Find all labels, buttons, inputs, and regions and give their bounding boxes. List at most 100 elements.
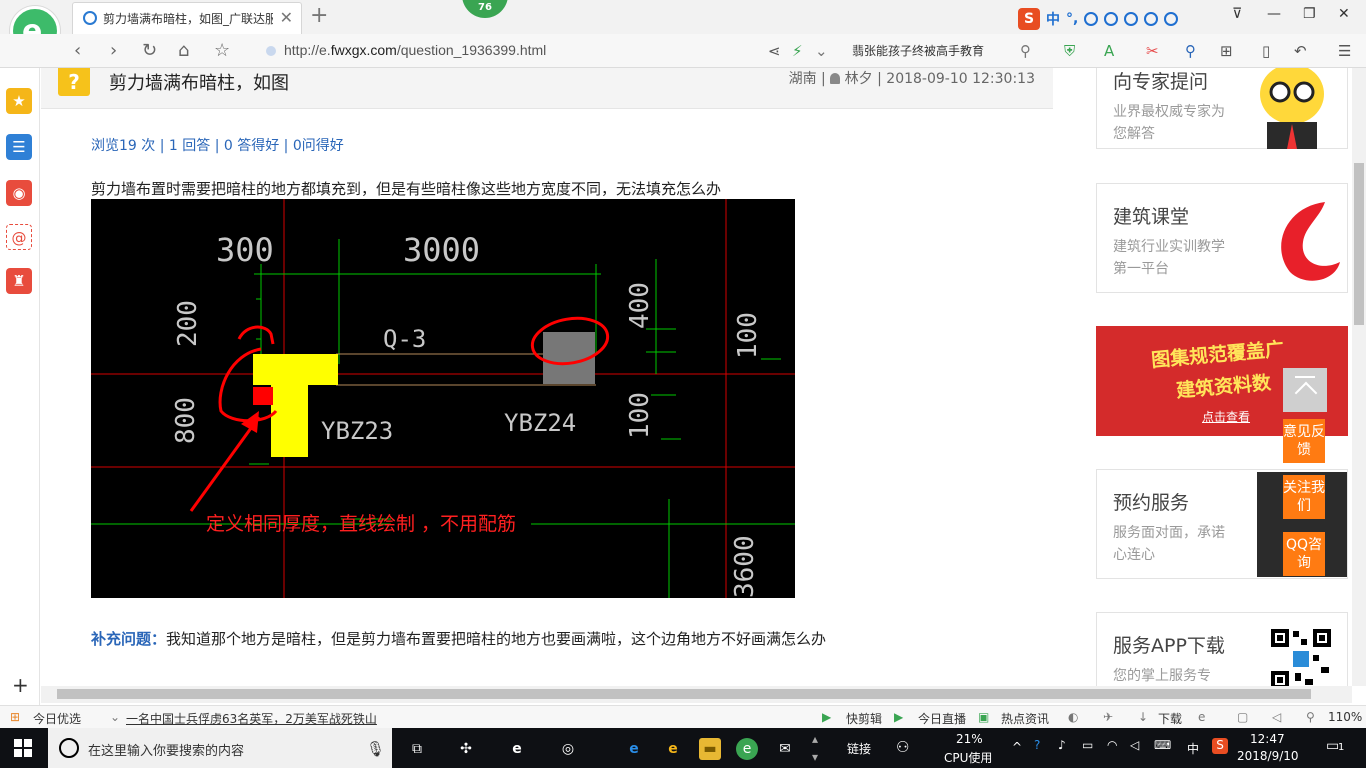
fan-app-icon[interactable]: ✣ — [455, 738, 477, 760]
sogou-logo-icon[interactable]: S — [1018, 8, 1040, 30]
spiral-app-icon[interactable]: ◎ — [557, 738, 579, 760]
people-icon[interactable]: ⚇ — [896, 738, 909, 756]
active-tab[interactable]: 剪力墙满布暗柱，如图_广联达服务新干线 ✕ — [72, 2, 302, 34]
cad-drawing-image[interactable]: 300 3000 200 400 100 800 100 3600 Q-3 YB… — [91, 199, 795, 598]
forward-icon[interactable]: › — [110, 40, 117, 61]
edge-blue-icon[interactable]: e — [623, 738, 645, 760]
reader-icon[interactable]: ▯ — [1262, 42, 1270, 60]
share-icon[interactable]: ⋖ — [768, 42, 781, 60]
pin-tool-icon[interactable]: ✈ — [1103, 710, 1113, 724]
follow-us-button[interactable]: 关注我们 — [1283, 475, 1325, 519]
edge-icon[interactable]: e — [506, 738, 528, 760]
new-tab-button[interactable]: + — [310, 3, 328, 28]
status-item[interactable]: 快剪辑 — [846, 710, 882, 727]
status-item[interactable]: 今日直播 — [918, 710, 966, 727]
ime-indicator[interactable]: 中 — [1187, 740, 1199, 757]
home-icon[interactable]: ⌂ — [178, 40, 189, 61]
clock-date[interactable]: 2018/9/10 — [1237, 749, 1299, 763]
vertical-scrollbar[interactable] — [1352, 68, 1366, 686]
speaker-icon[interactable]: ◁ — [1130, 738, 1139, 752]
keyboard-icon[interactable]: ⌨ — [1154, 738, 1171, 752]
battery-icon[interactable]: ▭ — [1082, 738, 1093, 752]
game-icon[interactable]: ♜ — [6, 268, 32, 294]
add-sidebar-button[interactable]: + — [12, 673, 29, 697]
scroll-down-icon[interactable]: ▾ — [812, 750, 818, 764]
tray-expand-icon[interactable]: ^ — [1012, 740, 1022, 754]
back-icon[interactable]: ‹ — [74, 40, 81, 61]
task-view-icon[interactable]: ⧉ — [406, 738, 428, 760]
bell-icon[interactable]: ♪ — [1058, 738, 1066, 752]
maximize-button[interactable]: ❐ — [1303, 6, 1316, 22]
horizontal-scrollbar[interactable] — [41, 686, 1352, 703]
skin-icon[interactable] — [1144, 12, 1159, 26]
card-app-download[interactable]: 服务APP下载 您的掌上服务专 — [1096, 612, 1348, 686]
sogou-tray-icon[interactable]: S — [1212, 738, 1228, 754]
clock-time[interactable]: 12:47 — [1250, 732, 1285, 746]
dropdown-chevron-icon[interactable]: ⌄ — [815, 42, 828, 60]
ime-lang-label[interactable]: 中 — [1046, 9, 1060, 29]
scroll-up-icon[interactable]: ▴ — [812, 732, 818, 746]
pin-icon[interactable]: ⊽ — [1232, 6, 1242, 22]
keyboard-icon[interactable] — [1124, 12, 1139, 26]
mail-icon[interactable]: ✉ — [774, 738, 796, 760]
ie-icon[interactable]: e — [662, 738, 684, 760]
emoji-icon[interactable] — [1084, 12, 1099, 26]
volume-icon[interactable]: ◁ — [1272, 710, 1281, 724]
news-ticker[interactable]: 一名中国士兵俘虏63名英军，2万美军战死铁山 — [126, 710, 377, 727]
menu-icon[interactable]: ☰ — [1338, 42, 1351, 60]
favorite-star-icon[interactable]: ☆ — [214, 40, 230, 61]
taskbar-search[interactable]: 在这里输入你要搜索的内容 🎙 — [48, 728, 392, 768]
weibo-icon[interactable]: ◉ — [6, 180, 32, 206]
reading-list-icon[interactable]: ☰ — [6, 134, 32, 160]
zoom-icon[interactable]: ⚲ — [1306, 710, 1315, 724]
microphone-icon[interactable]: 🎙 — [366, 740, 385, 758]
tools-icon[interactable] — [1164, 12, 1179, 26]
banner-link[interactable]: 点击查看 — [1202, 408, 1250, 425]
horizontal-scroll-thumb[interactable] — [57, 689, 1311, 699]
help-icon[interactable]: ? — [1034, 738, 1040, 752]
speed-test-icon[interactable]: ◐ — [1068, 710, 1078, 724]
translate-icon[interactable]: A — [1104, 42, 1114, 60]
column-label: YBZ23 — [321, 417, 393, 445]
favorites-star-icon[interactable]: ★ — [6, 88, 32, 114]
search-icon[interactable]: ⚲ — [1020, 42, 1031, 60]
close-window-button[interactable]: ✕ — [1338, 6, 1350, 22]
cortana-icon[interactable] — [59, 738, 79, 758]
back-to-top-button[interactable] — [1283, 368, 1327, 412]
links-label[interactable]: 链接 — [847, 740, 871, 757]
wifi-icon[interactable]: ◠ — [1107, 738, 1117, 752]
windows-start-icon[interactable] — [14, 739, 32, 757]
voice-icon[interactable] — [1104, 12, 1119, 26]
window-icon[interactable]: ▢ — [1237, 710, 1248, 724]
notification-badge[interactable]: 76 — [462, 0, 508, 18]
card-ask-expert[interactable]: 向专家提问 业界最权威专家为您解答 — [1096, 68, 1348, 149]
status-item[interactable]: 热点资讯 — [1001, 710, 1049, 727]
undo-icon[interactable]: ↶ — [1294, 42, 1307, 60]
question-stats[interactable]: 浏览19 次 | 1 回答 | 0 答得好 | 0问得好 — [91, 135, 344, 155]
today-picks-link[interactable]: 今日优选 — [33, 710, 81, 727]
minimize-button[interactable]: — — [1267, 6, 1281, 22]
url-field[interactable]: http://e.fwxgx.com/question_1936399.html — [284, 42, 546, 58]
browser-taskbar-icon[interactable]: e — [736, 738, 758, 760]
shield-icon[interactable]: ⛨ — [1064, 42, 1075, 60]
search-suggestion[interactable]: 翡张能孩子终被高手教育 — [852, 42, 984, 59]
question-author[interactable]: 林夕 — [845, 71, 873, 87]
zoom-level[interactable]: 110% — [1328, 710, 1362, 724]
email-icon[interactable]: @ — [6, 224, 32, 250]
speed-icon[interactable]: ⚡ — [792, 42, 803, 60]
browser-small-icon[interactable]: e — [1198, 710, 1205, 724]
status-item[interactable]: 下载 — [1158, 710, 1182, 727]
tab-close-icon[interactable]: ✕ — [280, 8, 293, 27]
card-classroom[interactable]: 建筑课堂 建筑行业实训教学第一平台 — [1096, 183, 1348, 293]
file-explorer-icon[interactable]: ▬ — [699, 738, 721, 760]
ime-punct-label[interactable]: °, — [1066, 11, 1078, 27]
qq-consult-button[interactable]: QQ咨询 — [1283, 532, 1325, 576]
magnifier-icon[interactable]: ⚲ — [1185, 42, 1196, 60]
question-region[interactable]: 湖南 — [789, 71, 817, 87]
scissors-icon[interactable]: ✂ — [1146, 42, 1159, 60]
apps-grid-icon[interactable]: ⊞ — [1220, 42, 1233, 60]
refresh-icon[interactable]: ↻ — [142, 40, 157, 61]
vertical-scroll-thumb[interactable] — [1354, 163, 1364, 325]
expand-chevron-icon[interactable]: ⌄ — [110, 710, 120, 724]
feedback-button[interactable]: 意见反馈 — [1283, 419, 1325, 463]
